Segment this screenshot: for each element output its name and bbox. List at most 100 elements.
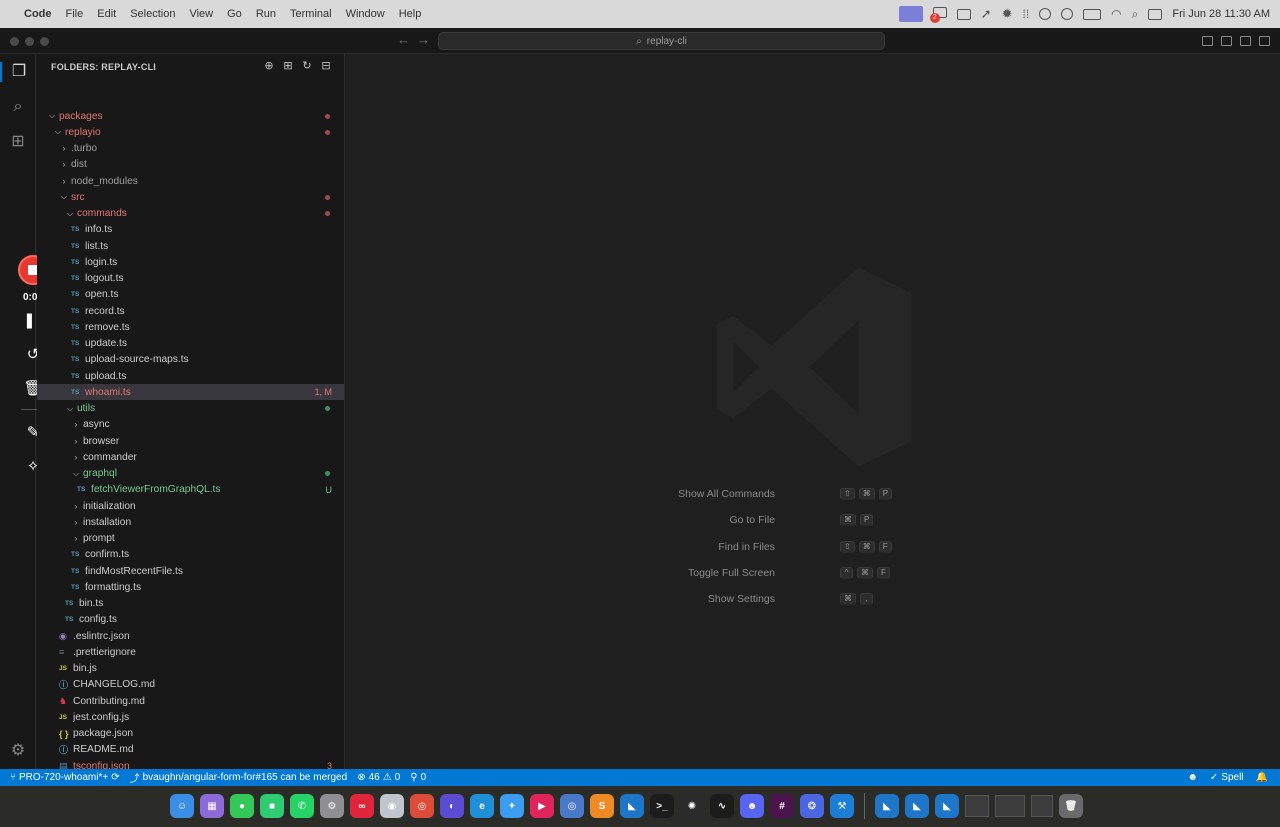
spotlight-search-icon[interactable]: ⌕ [1132,7,1139,22]
tree-item[interactable]: › installation [37,514,344,530]
navigate-forward-icon[interactable]: → [417,32,430,47]
firefox-dock-icon[interactable]: ◐ [440,794,464,818]
tree-item[interactable]: { } package.json [37,726,344,742]
menu-terminal[interactable]: Terminal [290,8,332,20]
chevron-right-icon[interactable]: › [71,502,81,511]
chrome-dock-icon[interactable]: ◎ [410,794,434,818]
xcode-dock-icon[interactable]: ⚒ [830,794,854,818]
chevron-right-icon[interactable]: › [59,144,69,153]
navigate-back-icon[interactable]: ← [397,32,410,47]
tree-item[interactable]: JS jest.config.js [37,709,344,725]
chevron-down-icon[interactable]: ⌵ [65,404,75,414]
activity-monitor-dock-icon[interactable]: ∿ [710,794,734,818]
shortcut-hint[interactable]: Show All Commands ⇧ ⌘ P [346,487,1280,501]
chevron-right-icon[interactable]: › [59,160,69,169]
chevron-right-icon[interactable]: › [59,177,69,186]
shortcut-hint[interactable]: Find in Files ⇧ ⌘ F [346,540,1280,554]
git-branch-status[interactable]: ⑂ PRO-720-whoami*+ ⟳ [10,772,120,783]
play-status-icon[interactable] [1061,8,1074,20]
tree-item[interactable]: ⌵ utils [37,401,344,417]
chatgpt-dock-icon[interactable]: ✺ [680,794,704,818]
tree-item[interactable]: TS record.ts [37,303,344,319]
minimized-window-thumbnail[interactable] [1031,795,1053,817]
chevron-right-icon[interactable]: › [71,437,81,446]
menu-go[interactable]: Go [227,8,242,20]
shortcut-hint[interactable]: Go to File ⌘ P [346,513,1280,527]
new-file-icon[interactable]: ⊕ [263,60,275,72]
control-center-icon[interactable] [1148,8,1163,20]
tree-item[interactable]: TS list.ts [37,238,344,254]
tree-item[interactable]: TS whoami.ts 1, M [37,384,344,401]
tree-item[interactable]: ⌵ packages [37,108,344,124]
menu-view[interactable]: View [189,8,213,20]
chevron-down-icon[interactable]: ⌵ [59,192,69,202]
problems-status[interactable]: ⊗ 46 ⚠ 0 [357,772,400,783]
menu-run[interactable]: Run [256,8,276,20]
notifications-bell-icon[interactable]: 🔔 [1256,772,1268,783]
tree-item[interactable]: TS open.ts [37,287,344,303]
tree-item[interactable]: ⓘ README.md [37,742,344,758]
chevron-right-icon[interactable]: › [71,453,81,462]
launchpad-dock-icon[interactable]: ▦ [200,794,224,818]
tree-item[interactable]: › initialization [37,498,344,514]
tree-item[interactable]: › .turbo [37,141,344,157]
shortcut-hint[interactable]: Toggle Full Screen ^ ⌘ F [346,566,1280,580]
tree-item[interactable]: TS config.ts [37,612,344,628]
menubar-clock[interactable]: Fri Jun 28 11:30 AM [1172,8,1270,20]
minimized-window-thumbnail[interactable] [995,795,1025,817]
rocket-status-icon[interactable]: ➚ [981,6,992,22]
tree-item[interactable]: TS findMostRecentFile.ts [37,563,344,579]
toggle-panel-icon[interactable] [1221,36,1232,46]
copilot-icon[interactable]: ☻ [1187,772,1198,783]
tree-item[interactable]: ≡ .prettierignore [37,644,344,660]
vscode-dock-icon[interactable]: ◣ [620,794,644,818]
app-menu-code[interactable]: Code [24,8,52,20]
sublime-dock-icon[interactable]: S [590,794,614,818]
tree-item[interactable]: TS fetchViewerFromGraphQL.ts U [37,482,344,498]
tree-item[interactable]: ♞ Contributing.md [37,693,344,709]
tree-item[interactable]: ◉ .eslintrc.json [37,628,344,644]
manage-gear-icon[interactable]: ⚙ [8,741,28,761]
minimize-window-button[interactable] [25,37,34,46]
circle-status-icon[interactable] [1039,8,1052,20]
zoom-window-button[interactable] [40,37,49,46]
tree-item[interactable]: ⌵ commands [37,206,344,222]
facetime-dock-icon[interactable]: ■ [260,794,284,818]
messages-dock-icon[interactable]: ● [230,794,254,818]
chevron-right-icon[interactable]: › [71,420,81,429]
system-settings-dock-icon[interactable]: ⚙ [320,794,344,818]
battery-icon[interactable] [1083,8,1102,20]
new-folder-icon[interactable]: ⊞ [282,60,294,72]
notification-status-icon[interactable]: 2 [929,7,947,23]
menu-selection[interactable]: Selection [130,8,175,20]
toggle-primary-sidebar-icon[interactable] [1202,36,1213,46]
gear-app-dock-icon[interactable]: ❂ [800,794,824,818]
wifi-icon[interactable]: ◠ [1111,7,1121,21]
tree-item[interactable]: ⌵ src [37,189,344,205]
password-app-dock-icon[interactable]: ◉ [380,794,404,818]
tree-item[interactable]: › browser [37,433,344,449]
tree-item[interactable]: TS upload-source-maps.ts [37,352,344,368]
close-window-button[interactable] [10,37,19,46]
infinity-dock-icon[interactable]: ∞ [350,794,374,818]
tree-item[interactable]: TS update.ts [37,336,344,352]
keyboard-status-icon[interactable] [956,8,971,20]
tree-item[interactable]: TS formatting.ts [37,579,344,595]
grid-status-icon[interactable]: ⁞⁞ [1022,7,1029,21]
discord-dock-icon[interactable]: ☻ [740,794,764,818]
minimized-window-thumbnail[interactable] [965,795,989,817]
vscode-2-dock-icon[interactable]: ◣ [905,794,929,818]
customize-layout-icon[interactable] [1259,36,1270,46]
tree-item[interactable]: › node_modules [37,173,344,189]
edge-dock-icon[interactable]: e [470,794,494,818]
tree-item[interactable]: TS remove.ts [37,319,344,335]
tree-item[interactable]: ⌵ replayio [37,124,344,140]
ports-status[interactable]: ⚲ 0 [410,772,426,783]
tree-item[interactable]: TS bin.ts [37,596,344,612]
extensions-icon[interactable]: ⊞ [8,132,28,152]
trash-dock-icon[interactable]: 🗑 [1059,794,1083,818]
tree-item[interactable]: › prompt [37,531,344,547]
tree-item[interactable]: › async [37,417,344,433]
menu-file[interactable]: File [66,8,84,20]
collapse-all-icon[interactable]: ⊟ [320,60,332,72]
